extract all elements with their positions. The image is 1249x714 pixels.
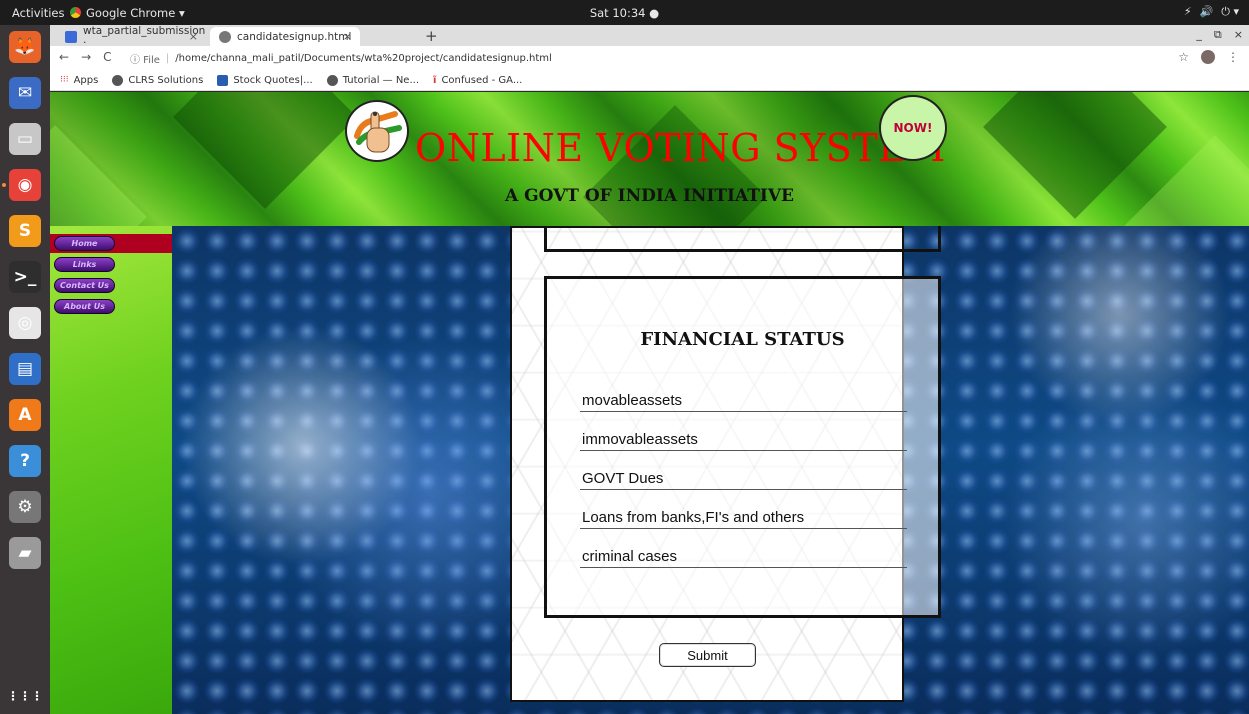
toolbar-right: ☆ ⋮ bbox=[1178, 50, 1239, 64]
address-url[interactable]: /home/channa_mali_patil/Documents/wta%20… bbox=[175, 53, 551, 64]
files-icon[interactable]: ▭ bbox=[9, 123, 41, 155]
terminal-icon[interactable]: >_ bbox=[9, 261, 41, 293]
system-tray[interactable]: ⚡ 🔊 ⏻ ▾ bbox=[1184, 5, 1239, 19]
system-top-bar: Activities Google Chrome ▾ Sat 10:34 ● ⚡… bbox=[0, 0, 1249, 25]
volume-icon: 🔊 bbox=[1199, 5, 1214, 18]
banner-pattern bbox=[50, 125, 147, 226]
back-icon[interactable]: ← bbox=[59, 50, 69, 64]
section-title: FINANCIAL STATUS bbox=[640, 329, 845, 350]
activities-button[interactable]: Activities bbox=[0, 6, 70, 20]
site-subtitle: A GOVT OF INDIA INITIATIVE bbox=[504, 186, 795, 206]
forward-icon[interactable]: → bbox=[81, 50, 91, 64]
nav-contact-us[interactable]: Contact Us bbox=[54, 278, 115, 293]
software-icon[interactable]: A bbox=[9, 399, 41, 431]
bookmark-stock[interactable]: Stock Quotes|... bbox=[217, 74, 313, 86]
nav-about-us[interactable]: About Us bbox=[54, 299, 115, 314]
site-title: ONLINE VOTING SYSTEM bbox=[415, 126, 946, 170]
thunderbird-icon[interactable]: ✉ bbox=[9, 77, 41, 109]
profile-avatar[interactable] bbox=[1201, 50, 1215, 64]
help-icon[interactable]: ? bbox=[9, 445, 41, 477]
running-indicator bbox=[2, 183, 6, 187]
loans-input[interactable] bbox=[580, 507, 907, 529]
new-tab-button[interactable]: + bbox=[425, 27, 438, 45]
bookmark-apps[interactable]: ⁝⁝⁝ Apps bbox=[60, 75, 98, 86]
bookmark-label: Stock Quotes|... bbox=[233, 74, 313, 86]
criminal-cases-input[interactable] bbox=[580, 546, 907, 568]
rhythmbox-icon[interactable]: ◎ bbox=[9, 307, 41, 339]
close-window-icon[interactable]: × bbox=[1234, 28, 1243, 42]
geeks-icon: ĩ bbox=[433, 74, 437, 86]
chrome-menu-icon[interactable]: ⋮ bbox=[1227, 50, 1239, 64]
firefox-icon[interactable]: 🦊 bbox=[9, 31, 41, 63]
browser-toolbar: ← → C ⓘ File | /home/channa_mali_patil/D… bbox=[50, 46, 1249, 70]
stock-icon bbox=[217, 74, 229, 86]
launcher-dock: 🦊 ✉ ▭ ◉ S >_ ◎ ▤ A? ⚙ ▰ ⋮⋮⋮ bbox=[0, 25, 50, 714]
globe-icon bbox=[219, 30, 231, 43]
bookmark-label: Confused - GA... bbox=[441, 74, 523, 86]
tab-candidatesignup[interactable]: candidatesignup.html × bbox=[210, 27, 360, 46]
site-info-icon[interactable]: ⓘ File bbox=[130, 51, 160, 66]
bookmarks-bar: ⁝⁝⁝ Apps CLRS Solutions Stock Quotes|...… bbox=[50, 70, 1249, 91]
app-menu[interactable]: Google Chrome ▾ bbox=[70, 6, 185, 20]
globe-icon bbox=[326, 74, 338, 86]
apps-grid-icon: ⁝⁝⁝ bbox=[60, 75, 69, 85]
page-viewport: ONLINE VOTING SYSTEM NOW! A GOVT OF INDI… bbox=[50, 92, 1249, 714]
tab-wta-partial[interactable]: wta_partial_submission · × bbox=[56, 24, 206, 49]
minimize-icon[interactable]: _ bbox=[1196, 28, 1202, 42]
site-banner: ONLINE VOTING SYSTEM NOW! A GOVT OF INDI… bbox=[50, 92, 1249, 226]
address-separator: | bbox=[165, 52, 170, 64]
financial-status-section: FINANCIAL STATUS bbox=[544, 276, 941, 618]
tab-strip: wta_partial_submission · × candidatesign… bbox=[50, 24, 1249, 49]
disk-icon[interactable]: ▰ bbox=[9, 537, 41, 569]
maximize-icon[interactable]: ⧉ bbox=[1214, 28, 1222, 42]
movable-assets-input[interactable] bbox=[580, 390, 907, 412]
docs-icon bbox=[65, 30, 77, 43]
nav-buttons: ← → C bbox=[59, 50, 112, 64]
previous-form-section bbox=[544, 226, 941, 252]
settings-icon[interactable]: ⚙ bbox=[9, 491, 41, 523]
voting-finger-icon bbox=[354, 111, 402, 153]
close-tab-icon[interactable]: × bbox=[343, 30, 352, 43]
clock[interactable]: Sat 10:34 ● bbox=[0, 6, 1249, 20]
govt-dues-input[interactable] bbox=[580, 468, 907, 490]
bookmark-label: CLRS Solutions bbox=[128, 74, 204, 86]
immovable-assets-input[interactable] bbox=[580, 429, 907, 451]
voting-hand-logo bbox=[345, 100, 409, 162]
chrome-icon[interactable]: ◉ bbox=[9, 169, 41, 201]
nav-links[interactable]: Links bbox=[54, 257, 115, 272]
window-controls: _ ⧉ × bbox=[1196, 28, 1243, 42]
bookmark-star-icon[interactable]: ☆ bbox=[1178, 50, 1189, 64]
sublime-icon[interactable]: S bbox=[9, 215, 41, 247]
power-icon: ⏻ ▾ bbox=[1221, 5, 1239, 18]
writer-icon[interactable]: ▤ bbox=[9, 353, 41, 385]
close-tab-icon[interactable]: × bbox=[189, 30, 198, 43]
globe-icon bbox=[112, 74, 124, 86]
chrome-small-icon bbox=[70, 7, 81, 18]
address-bar[interactable]: ⓘ File | /home/channa_mali_patil/Documen… bbox=[130, 49, 1150, 67]
now-badge: NOW! bbox=[879, 95, 947, 161]
tab-title: candidatesignup.html bbox=[237, 30, 352, 43]
reload-icon[interactable]: C bbox=[103, 50, 111, 64]
wifi-icon: ⚡ bbox=[1183, 5, 1192, 18]
bookmark-label: Tutorial — Ne... bbox=[342, 74, 419, 86]
bookmark-tutorial[interactable]: Tutorial — Ne... bbox=[326, 74, 419, 86]
app-menu-label: Google Chrome ▾ bbox=[86, 5, 185, 20]
site-nav: Home Links Contact Us About Us bbox=[50, 226, 172, 714]
nav-home[interactable]: Home bbox=[54, 236, 115, 251]
bookmark-clrs[interactable]: CLRS Solutions bbox=[112, 74, 204, 86]
bookmark-confused[interactable]: ĩ Confused - GA... bbox=[433, 75, 522, 86]
show-applications-icon[interactable]: ⋮⋮⋮ bbox=[7, 680, 43, 712]
submit-button[interactable]: Submit bbox=[659, 643, 756, 667]
bookmark-label: Apps bbox=[73, 74, 99, 86]
tab-title: wta_partial_submission · bbox=[83, 24, 206, 49]
